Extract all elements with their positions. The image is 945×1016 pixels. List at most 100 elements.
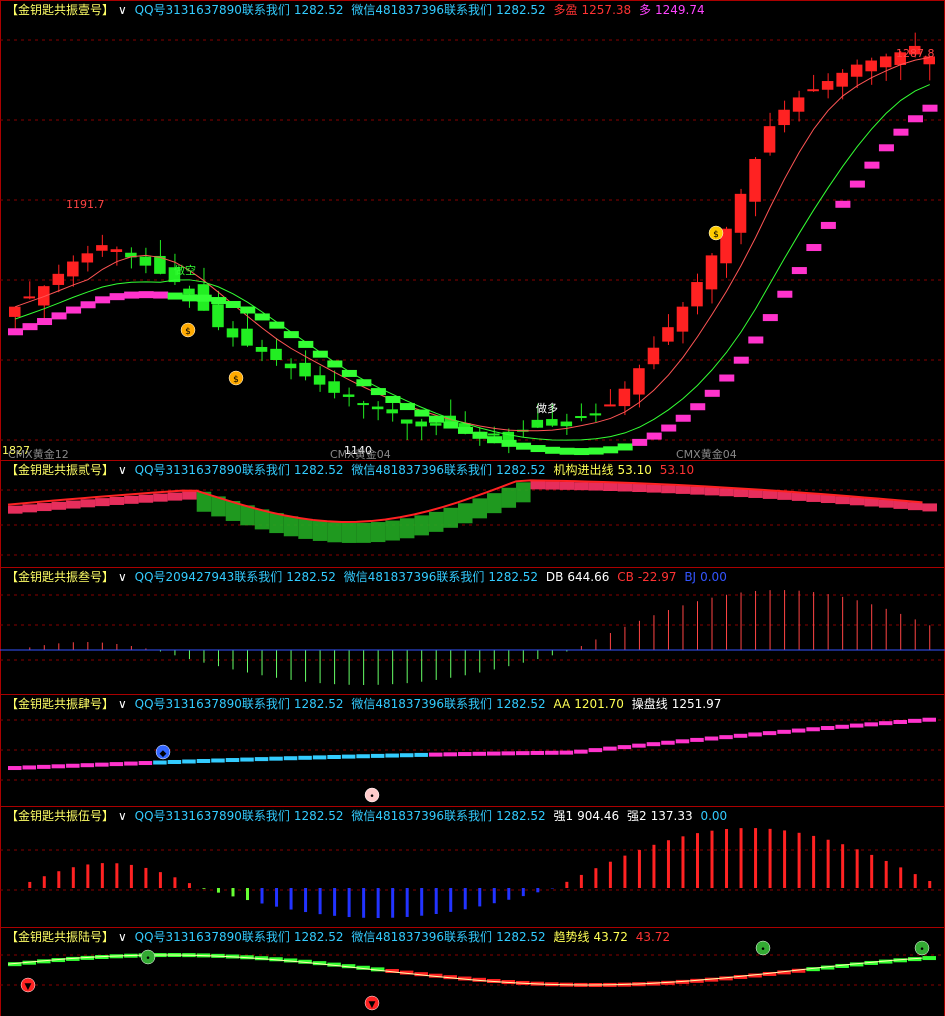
trend-band [95, 296, 111, 304]
trend-band [545, 446, 561, 454]
indicator-label: 强2 [626, 809, 647, 823]
chevron-down-icon[interactable]: ∨ [118, 3, 127, 17]
ribbon-bar [414, 515, 429, 536]
candle-body [357, 403, 369, 406]
trend-band [22, 323, 38, 331]
price-high-label: 1287.8 [896, 47, 935, 60]
indicator-label: CB [617, 570, 634, 584]
step-mark [545, 750, 559, 755]
ribbon-bar [51, 501, 67, 510]
panel-title[interactable]: 【金钥匙共振贰号】 [6, 463, 114, 477]
chevron-down-icon[interactable]: ∨ [118, 809, 127, 823]
step-mark [22, 765, 37, 770]
ribbon-bar [22, 504, 38, 513]
step-mark [153, 760, 167, 765]
candle-body [52, 273, 65, 285]
step-mark [806, 727, 820, 732]
trend-band [719, 374, 735, 382]
ribbon-bar [269, 513, 284, 534]
chart-canvas: $ $ $ ◆ • • • • ▼ ▼ [0, 0, 945, 1016]
trend-band [443, 421, 459, 429]
trend-band [588, 447, 604, 455]
ribbon-bar [443, 507, 458, 528]
ribbon-bar [37, 503, 52, 512]
trend-band [51, 312, 67, 320]
chevron-down-icon[interactable]: ∨ [118, 697, 127, 711]
trend-band [748, 336, 764, 344]
step-mark [211, 758, 225, 763]
panel-1-header: 【金钥匙共振壹号】 ∨ QQ号3131637890联系我们 1282.52 微信48… [6, 1, 709, 19]
trend-band [196, 294, 212, 302]
panel-title[interactable]: 【金钥匙共振陆号】 [6, 930, 114, 944]
candle-body [38, 286, 50, 306]
ribbon-bar [864, 498, 879, 507]
chevron-down-icon[interactable]: ∨ [118, 570, 127, 584]
panel-3-header: 【金钥匙共振叁号】 ∨ QQ号209427943联系我们 1282.52 微信481… [6, 568, 731, 586]
dollar-coin-icon-glyph: $ [713, 230, 719, 240]
chevron-down-icon[interactable]: ∨ [118, 930, 127, 944]
trend-band [661, 424, 677, 432]
step-mark [283, 756, 298, 761]
ribbon-bar [806, 493, 821, 502]
panel-title[interactable]: 【金钥匙共振肆号】 [6, 697, 114, 711]
trend-mark [922, 956, 936, 961]
qq-value: 1282.52 [293, 809, 344, 823]
ribbon-bar [646, 484, 662, 493]
step-mark [51, 764, 66, 769]
ribbon-bar [501, 487, 517, 508]
wechat-contact: 微信481837396联系我们 [351, 809, 493, 823]
step-mark [327, 755, 341, 760]
wechat-contact: 微信481837396联系我们 [351, 930, 493, 944]
step-mark [704, 736, 719, 741]
step-mark [574, 749, 588, 754]
candle-body [488, 433, 500, 436]
qq-value: 1282.52 [286, 570, 336, 584]
ribbon-bar [559, 481, 575, 490]
indicator-value: 0.00 [700, 570, 727, 584]
ribbon-bar [95, 498, 110, 507]
wechat-contact: 微信481837396联系我们 [343, 570, 485, 584]
panel-title[interactable]: 【金钥匙共振伍号】 [6, 809, 114, 823]
trend-band [428, 415, 444, 423]
candle-body [241, 328, 253, 346]
indicator-value: 904.46 [577, 809, 620, 823]
indicator-label: AA [553, 697, 571, 711]
step-mark [878, 721, 893, 726]
indicator-value: 644.66 [567, 570, 610, 584]
qq-value: 1282.52 [293, 463, 344, 477]
chevron-down-icon[interactable]: ∨ [118, 463, 127, 477]
candle-body [110, 249, 123, 252]
trend-band [704, 389, 720, 397]
trend-band [559, 447, 575, 455]
step-mark [661, 740, 675, 745]
panel-title[interactable]: 【金钥匙共振壹号】 [6, 3, 114, 17]
step-mark [80, 763, 95, 768]
ribbon-bar [675, 485, 691, 494]
ribbon-bar [8, 505, 23, 514]
step-mark [37, 764, 51, 769]
step-mark [356, 754, 370, 759]
qq-contact: QQ号3131637890联系我们 [134, 697, 290, 711]
wechat-contact: 微信481837396联系我们 [351, 463, 493, 477]
ribbon-bar [748, 489, 763, 498]
trend-band [312, 350, 328, 358]
step-mark [501, 751, 516, 756]
panel-title[interactable]: 【金钥匙共振叁号】 [6, 570, 114, 584]
trend-band [225, 300, 241, 308]
ribbon-bar [835, 496, 850, 505]
trend-band [269, 321, 285, 329]
ribbon-bar [704, 487, 720, 496]
candle-body [328, 381, 340, 393]
trend-band [138, 291, 154, 299]
step-mark [428, 752, 443, 757]
step-mark [124, 761, 138, 766]
step-mark [719, 735, 733, 740]
trend-band [878, 144, 894, 152]
step-mark [109, 762, 124, 767]
panel-5-header: 【金钥匙共振伍号】 ∨ QQ号3131637890联系我们 1282.52 微信48… [6, 807, 731, 825]
ribbon-bar [153, 493, 168, 502]
trend-band [487, 436, 503, 444]
bull-head-icon-glyph: ▼ [25, 982, 32, 992]
step-mark [849, 723, 864, 728]
indicator-value: 43.72 [593, 930, 628, 944]
